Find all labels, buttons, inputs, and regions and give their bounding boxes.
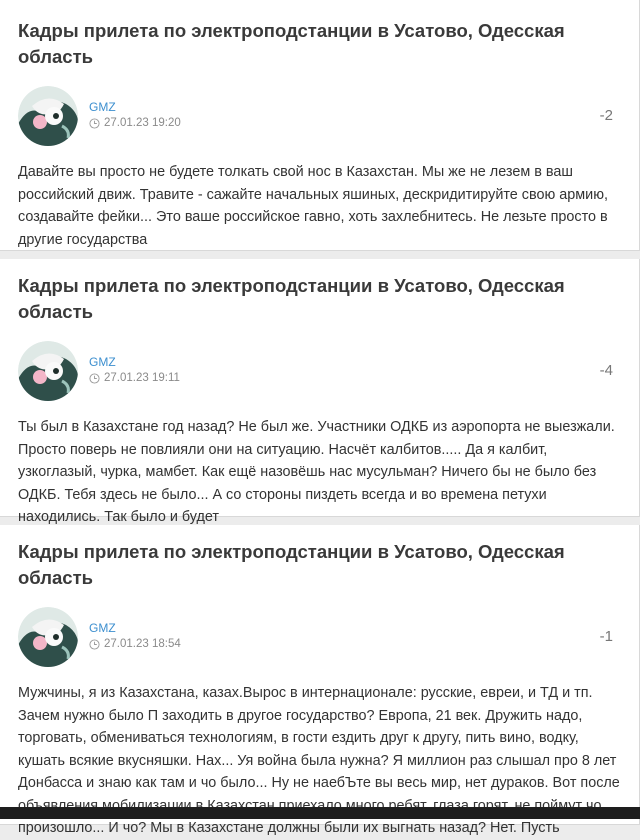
post-title-link[interactable]: Кадры прилета по электроподстанции в Уса… [18,259,598,325]
comment-date: 27.01.23 19:20 [89,117,181,129]
comment-date: 27.01.23 18:54 [89,638,181,650]
date-text: 27.01.23 19:11 [104,372,180,384]
system-navigation-bar [0,807,640,819]
clock-icon [89,638,100,650]
comment-meta: GMZ 27.01.23 19:20 -2 [18,86,621,148]
clock-icon [89,117,100,129]
comment-card: Кадры прилета по электроподстанции в Уса… [0,0,640,251]
comment-score: -4 [599,362,613,379]
comment-feed: Кадры прилета по электроподстанции в Уса… [0,0,640,836]
comment-score: -2 [599,107,613,124]
comment-card: Кадры прилета по электроподстанции в Уса… [0,525,640,836]
avatar[interactable] [18,86,78,146]
avatar[interactable] [18,341,78,401]
post-title-link[interactable]: Кадры прилета по электроподстанции в Уса… [18,525,598,591]
date-text: 27.01.23 19:20 [104,117,181,129]
comment-text: Ты был в Казахстане год назад? Не был же… [18,419,615,525]
avatar[interactable] [18,607,78,667]
post-title-link[interactable]: Кадры прилета по электроподстанции в Уса… [18,0,598,70]
author-link[interactable]: GMZ [89,100,116,114]
clock-icon [89,372,100,384]
comment-card: Кадры прилета по электроподстанции в Уса… [0,259,640,525]
comment-text: Давайте вы просто не будете толкать свой… [18,164,609,248]
author-link[interactable]: GMZ [89,355,116,369]
comment-meta: GMZ 27.01.23 19:11 -4 [18,341,621,403]
comment-score: -1 [599,628,613,645]
comment-date: 27.01.23 19:11 [89,372,180,384]
author-link[interactable]: GMZ [89,621,116,635]
comment-meta: GMZ 27.01.23 18:54 -1 [18,607,621,669]
date-text: 27.01.23 18:54 [104,638,181,650]
